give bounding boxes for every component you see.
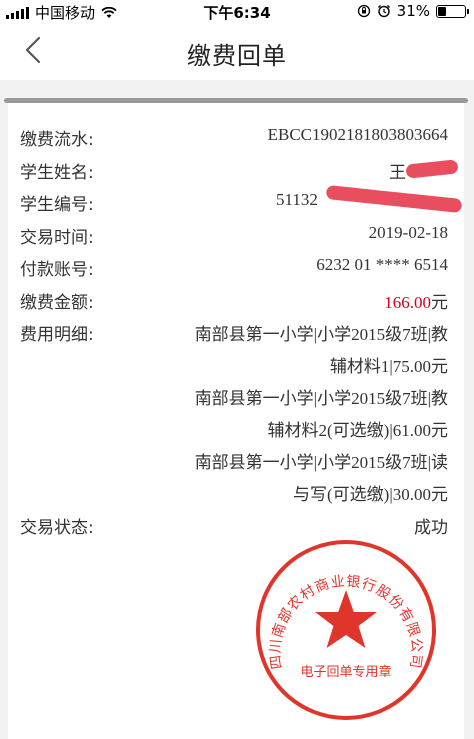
- detail-line: 辅材料1|75.00元: [329, 357, 448, 376]
- alarm-icon: [377, 5, 390, 18]
- detail-line: 南部县第一小学|小学2015级7班|教: [194, 389, 448, 408]
- page-title: 缴费回单: [187, 42, 287, 70]
- id-label: 学生编号:: [20, 195, 94, 215]
- detail-line: 辅材料2(可选缴)|61.00元: [267, 421, 448, 440]
- detail-line: 南部县第一小学|小学2015级7班|读: [194, 453, 448, 472]
- name-label: 学生姓名:: [20, 163, 94, 183]
- serial-value: EBCC1902181803803664: [267, 125, 448, 144]
- status-value: 成功: [414, 518, 448, 538]
- amount-label: 缴费金额:: [20, 293, 94, 313]
- serial-row: 缴费流水: EBCC1902181803803664: [8, 121, 464, 153]
- detail-line: 南部县第一小学|小学2015级7班|教: [194, 325, 448, 344]
- account-label: 付款账号:: [20, 260, 94, 280]
- status-bar: 中国移动 下午6:34 31%: [0, 0, 474, 22]
- detail-line: 与写(可选缴)|30.00元: [293, 485, 448, 504]
- amount-value: 166.00元: [384, 288, 448, 313]
- battery-percent: 31%: [396, 2, 430, 20]
- id-value: 51132: [276, 190, 318, 209]
- status-row: 交易状态: 成功: [8, 509, 464, 541]
- amount-unit: 元: [431, 293, 448, 312]
- status-right: 31%: [357, 2, 469, 20]
- amount-number: 166.00: [384, 293, 431, 312]
- status-label: 交易状态:: [20, 518, 94, 538]
- time-row: 交易时间: 2019-02-18: [8, 219, 464, 251]
- name-row: 学生姓名: 王: [8, 154, 464, 186]
- account-value: 6232 01 **** 6514: [316, 255, 448, 274]
- details-label: 费用明细:: [20, 325, 94, 345]
- time-value: 2019-02-18: [368, 223, 448, 242]
- battery-icon: [436, 4, 469, 18]
- nav-bar: 缴费回单: [0, 22, 474, 80]
- amount-row: 缴费金额: 166.00元: [8, 284, 464, 316]
- account-row: 付款账号: 6232 01 **** 6514: [8, 251, 464, 283]
- svg-text:电子回单专用章: 电子回单专用章: [300, 664, 391, 680]
- serial-label: 缴费流水:: [20, 130, 94, 150]
- orientation-lock-icon: [357, 4, 370, 18]
- name-value: 王: [389, 163, 406, 182]
- bank-seal-stamp: 四川南部农村商业银行股份有限公司 电子回单专用章: [256, 540, 436, 720]
- time-label: 交易时间:: [20, 228, 94, 248]
